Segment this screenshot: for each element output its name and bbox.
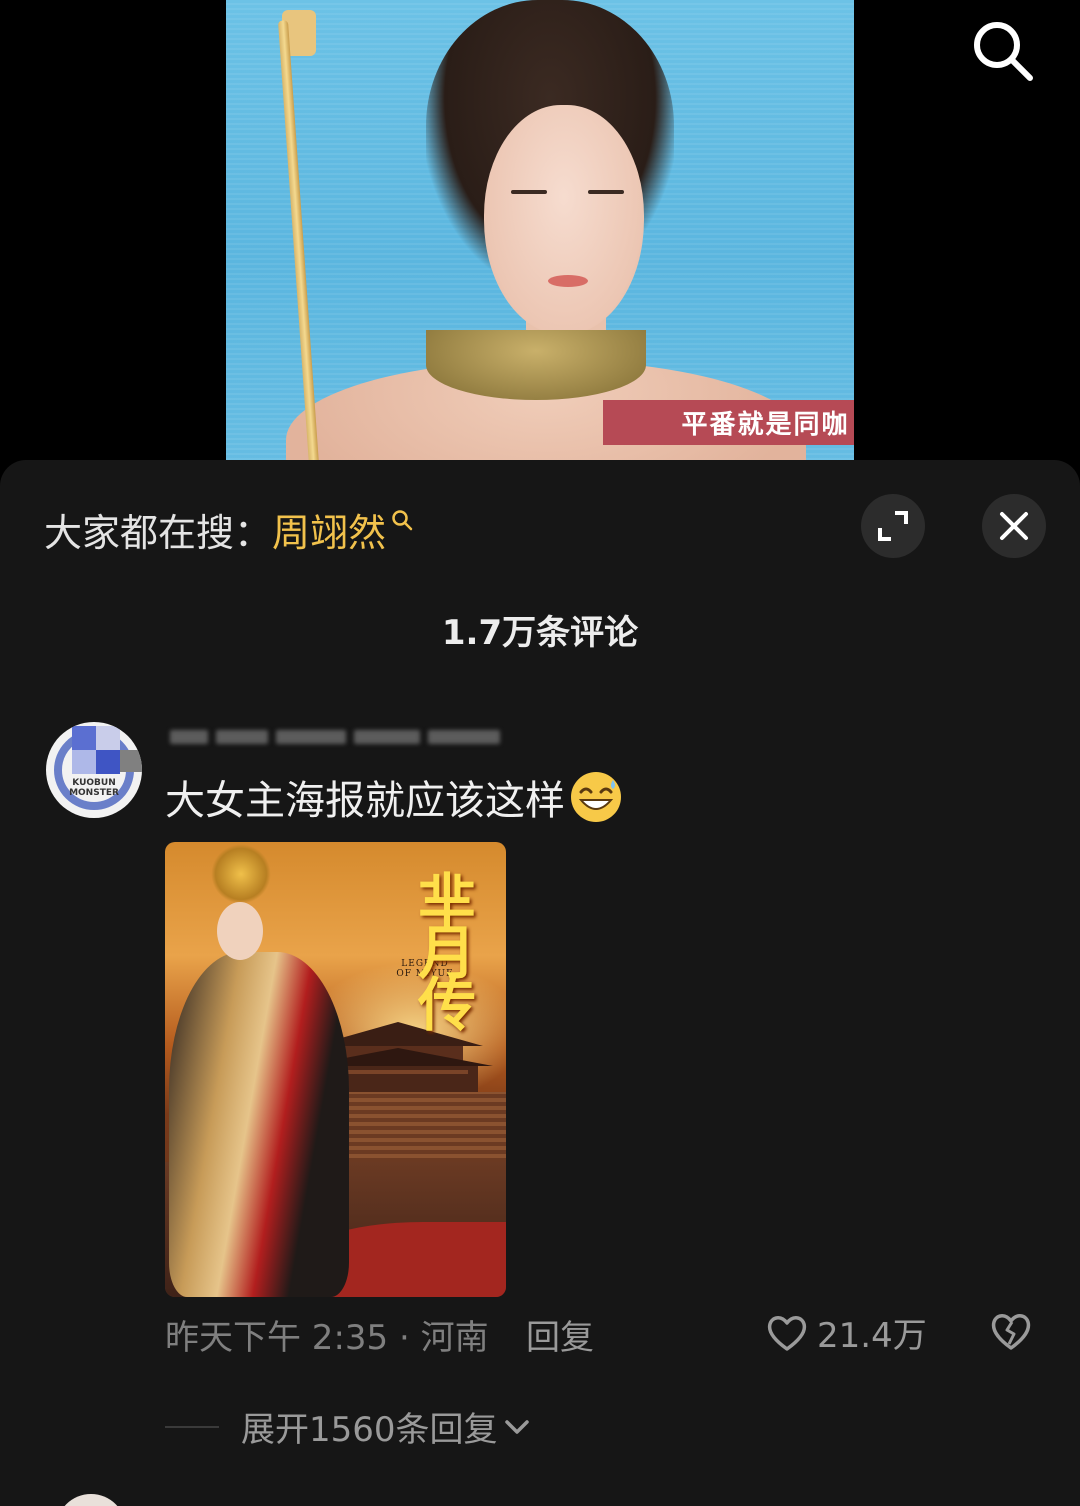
avatar-pixel [72,726,96,750]
expand-replies-label: 展开1560条回复 [241,1410,498,1450]
search-icon [392,509,413,530]
broken-heart-icon [991,1314,1031,1350]
blur-segment [216,730,268,744]
expand-replies-button[interactable]: 展开1560条回复 [165,1402,532,1451]
like-button[interactable]: 21.4万 [765,1308,927,1357]
avatar-pixel [96,750,120,774]
comment-image[interactable]: LEGEND OF MIYUE 芈月传 [165,842,506,1297]
username-blurred[interactable] [170,724,500,750]
video-player[interactable]: 平番就是同咖 [0,0,1080,470]
next-comment-avatar[interactable] [56,1494,126,1506]
dislike-button[interactable] [988,1308,1034,1354]
search-button[interactable] [968,16,1036,84]
reply-button[interactable]: 回复 [526,1310,594,1359]
close-button[interactable] [982,494,1046,558]
video-figure-face [484,105,644,335]
blur-segment [170,730,208,744]
avatar-pixel [72,750,96,774]
comment-body: 大女主海报就应该这样 [165,768,623,826]
like-count: 21.4万 [817,1316,927,1356]
avatar[interactable]: KUOBUN MONSTER [46,722,142,818]
video-figure-eye [511,190,547,194]
trending-query-link[interactable]: 周翊然 [272,502,386,557]
expand-button[interactable] [861,494,925,558]
blur-segment [354,730,420,744]
blur-segment [276,730,346,744]
poster-face [217,902,263,960]
video-caption: 平番就是同咖 [603,400,854,445]
grinning-sweat-emoji-icon [571,772,621,822]
trending-prefix: 大家都在搜： [44,511,273,555]
video-figure-eye [588,190,624,194]
video-frame[interactable]: 平番就是同咖 [226,0,854,470]
trending-search[interactable]: 大家都在搜： 周翊然 [44,502,414,557]
video-figure-collar [426,330,646,400]
poster-gown [169,952,349,1297]
comment-count: 1.7万条评论 [441,613,639,653]
comment-text: 大女主海报就应该这样 [165,778,565,824]
avatar-pixel [120,750,142,772]
parasol-handle [277,20,321,470]
comment-time-location: 昨天下午 2:35 · 河南 [165,1318,489,1358]
poster-crown [211,844,271,904]
close-icon [1000,512,1028,540]
video-figure-lips [548,275,588,287]
avatar-pixel [96,726,120,750]
blur-segment [428,730,500,744]
video-caption-text: 平番就是同咖 [681,410,850,440]
heart-icon [767,1315,807,1351]
divider [165,1425,219,1428]
chevron-down-icon [504,1419,529,1434]
poster-title: 芈月传 [408,870,476,1026]
comment-panel: 大家都在搜： 周翊然 1.7万条评论 KUOBUN MONSTER 大女主海报就… [0,460,1080,1506]
expand-icon [878,511,908,541]
avatar-text: KUOBUN MONSTER [69,778,119,798]
search-icon [974,22,1033,81]
